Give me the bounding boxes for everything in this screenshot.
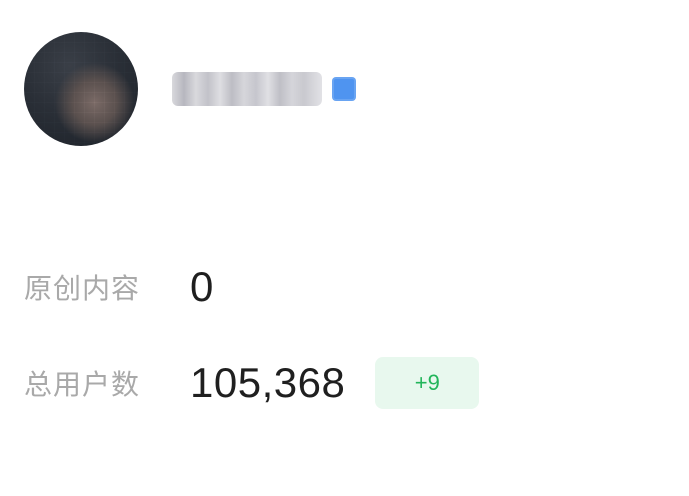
- stat-label: 总用户数: [24, 368, 141, 401]
- stat-total-users: 总用户数 105,368 +9: [24, 354, 664, 412]
- profile-header: [24, 32, 356, 146]
- delta-badge: +9: [375, 357, 480, 409]
- verified-badge-icon: [332, 77, 356, 101]
- stat-value: 0: [190, 263, 214, 310]
- name-row: [172, 72, 356, 106]
- stat-original-content: 原创内容 0: [24, 258, 664, 316]
- stat-value: 105,368: [190, 359, 346, 406]
- stats-panel: 原创内容 0 总用户数 105,368 +9: [24, 258, 664, 450]
- stat-label: 原创内容: [24, 272, 141, 305]
- username-blurred[interactable]: [172, 72, 322, 106]
- avatar[interactable]: [24, 32, 138, 146]
